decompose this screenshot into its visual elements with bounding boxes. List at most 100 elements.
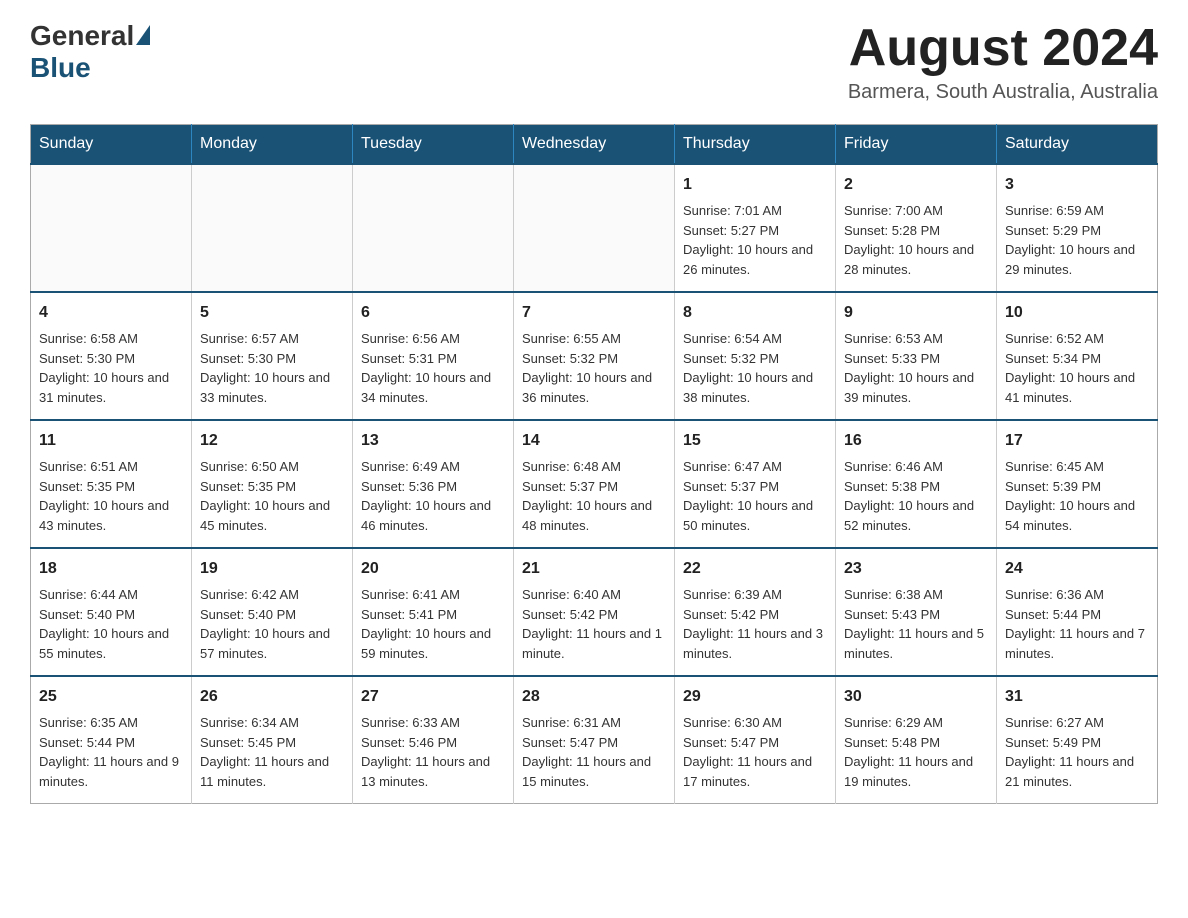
calendar-table: SundayMondayTuesdayWednesdayThursdayFrid… (30, 124, 1158, 804)
day-info: Sunrise: 6:57 AM Sunset: 5:30 PM Dayligh… (200, 329, 344, 407)
day-number: 24 (1005, 557, 1149, 581)
logo: General Blue (30, 20, 150, 84)
day-cell: 12Sunrise: 6:50 AM Sunset: 5:35 PM Dayli… (192, 420, 353, 548)
day-info: Sunrise: 7:01 AM Sunset: 5:27 PM Dayligh… (683, 201, 827, 279)
day-info: Sunrise: 6:36 AM Sunset: 5:44 PM Dayligh… (1005, 585, 1149, 663)
day-cell: 7 Sunrise: 6:55 AM Sunset: 5:32 PM Daylig… (514, 292, 675, 420)
logo-blue: Blue (30, 52, 91, 83)
week-row-2: 4Sunrise: 6:58 AM Sunset: 5:30 PM Daylig… (31, 292, 1158, 420)
day-info: Sunrise: 6:40 AM Sunset: 5:42 PM Dayligh… (522, 585, 666, 663)
day-info: Sunrise: 6:38 AM Sunset: 5:43 PM Dayligh… (844, 585, 988, 663)
day-number: 22 (683, 557, 827, 581)
day-number: 7 (522, 301, 666, 325)
day-cell: 9 Sunrise: 6:53 AM Sunset: 5:33 PM Daylig… (836, 292, 997, 420)
day-cell: 20 Sunrise: 6:41 AM Sunset: 5:41 PM Dayli… (353, 548, 514, 676)
day-info: Sunrise: 6:45 AM Sunset: 5:39 PM Dayligh… (1005, 457, 1149, 535)
day-number: 25 (39, 685, 183, 709)
day-cell: 1 Sunrise: 7:01 AM Sunset: 5:27 PM Daylig… (675, 164, 836, 292)
day-cell (353, 164, 514, 292)
day-number: 8 (683, 301, 827, 325)
col-header-friday: Friday (836, 125, 997, 165)
day-cell: 3 Sunrise: 6:59 AM Sunset: 5:29 PM Daylig… (997, 164, 1158, 292)
col-header-wednesday: Wednesday (514, 125, 675, 165)
logo-triangle-icon (136, 25, 150, 45)
day-cell (192, 164, 353, 292)
day-cell: 25 Sunrise: 6:35 AM Sunset: 5:44 PM Dayli… (31, 676, 192, 804)
day-number: 9 (844, 301, 988, 325)
day-cell: 30 Sunrise: 6:29 AM Sunset: 5:48 PM Dayli… (836, 676, 997, 804)
day-number: 16 (844, 429, 988, 453)
month-title: August 2024 (848, 20, 1158, 77)
day-number: 28 (522, 685, 666, 709)
day-number: 5 (200, 301, 344, 325)
day-info: Sunrise: 6:30 AM Sunset: 5:47 PM Dayligh… (683, 713, 827, 791)
day-info: Sunrise: 6:34 AM Sunset: 5:45 PM Dayligh… (200, 713, 344, 791)
day-info: Sunrise: 6:49 AM Sunset: 5:36 PM Dayligh… (361, 457, 505, 535)
day-info: Sunrise: 6:35 AM Sunset: 5:44 PM Dayligh… (39, 713, 183, 791)
day-cell: 18 Sunrise: 6:44 AM Sunset: 5:40 PM Dayli… (31, 548, 192, 676)
day-number: 1 (683, 173, 827, 197)
col-header-thursday: Thursday (675, 125, 836, 165)
day-cell: 13 Sunrise: 6:49 AM Sunset: 5:36 PM Dayli… (353, 420, 514, 548)
day-info: Sunrise: 6:41 AM Sunset: 5:41 PM Dayligh… (361, 585, 505, 663)
day-number: 20 (361, 557, 505, 581)
day-number: 6 (361, 301, 505, 325)
week-row-1: 1 Sunrise: 7:01 AM Sunset: 5:27 PM Daylig… (31, 164, 1158, 292)
day-cell: 22 Sunrise: 6:39 AM Sunset: 5:42 PM Dayli… (675, 548, 836, 676)
location: Barmera, South Australia, Australia (848, 81, 1158, 104)
day-info: Sunrise: 6:39 AM Sunset: 5:42 PM Dayligh… (683, 585, 827, 663)
day-info: Sunrise: 6:44 AM Sunset: 5:40 PM Dayligh… (39, 585, 183, 663)
week-row-5: 25 Sunrise: 6:35 AM Sunset: 5:44 PM Dayli… (31, 676, 1158, 804)
logo-general: General (30, 20, 134, 52)
day-cell: 6 Sunrise: 6:56 AM Sunset: 5:31 PM Daylig… (353, 292, 514, 420)
day-number: 27 (361, 685, 505, 709)
day-cell: 8Sunrise: 6:54 AM Sunset: 5:32 PM Daylig… (675, 292, 836, 420)
day-cell: 28 Sunrise: 6:31 AM Sunset: 5:47 PM Dayli… (514, 676, 675, 804)
day-info: Sunrise: 6:42 AM Sunset: 5:40 PM Dayligh… (200, 585, 344, 663)
day-number: 18 (39, 557, 183, 581)
day-cell: 16 Sunrise: 6:46 AM Sunset: 5:38 PM Dayli… (836, 420, 997, 548)
day-number: 15 (683, 429, 827, 453)
week-row-3: 11Sunrise: 6:51 AM Sunset: 5:35 PM Dayli… (31, 420, 1158, 548)
day-cell: 24 Sunrise: 6:36 AM Sunset: 5:44 PM Dayli… (997, 548, 1158, 676)
col-header-monday: Monday (192, 125, 353, 165)
day-cell: 21 Sunrise: 6:40 AM Sunset: 5:42 PM Dayli… (514, 548, 675, 676)
col-header-tuesday: Tuesday (353, 125, 514, 165)
day-info: Sunrise: 6:59 AM Sunset: 5:29 PM Dayligh… (1005, 201, 1149, 279)
title-block: August 2024 Barmera, South Australia, Au… (848, 20, 1158, 104)
day-number: 13 (361, 429, 505, 453)
day-number: 23 (844, 557, 988, 581)
day-info: Sunrise: 7:00 AM Sunset: 5:28 PM Dayligh… (844, 201, 988, 279)
day-info: Sunrise: 6:55 AM Sunset: 5:32 PM Dayligh… (522, 329, 666, 407)
day-cell (31, 164, 192, 292)
day-cell: 4Sunrise: 6:58 AM Sunset: 5:30 PM Daylig… (31, 292, 192, 420)
day-info: Sunrise: 6:46 AM Sunset: 5:38 PM Dayligh… (844, 457, 988, 535)
day-cell: 11Sunrise: 6:51 AM Sunset: 5:35 PM Dayli… (31, 420, 192, 548)
day-info: Sunrise: 6:31 AM Sunset: 5:47 PM Dayligh… (522, 713, 666, 791)
day-cell: 31 Sunrise: 6:27 AM Sunset: 5:49 PM Dayli… (997, 676, 1158, 804)
day-number: 19 (200, 557, 344, 581)
day-number: 26 (200, 685, 344, 709)
day-info: Sunrise: 6:47 AM Sunset: 5:37 PM Dayligh… (683, 457, 827, 535)
week-row-4: 18 Sunrise: 6:44 AM Sunset: 5:40 PM Dayli… (31, 548, 1158, 676)
day-number: 31 (1005, 685, 1149, 709)
day-number: 14 (522, 429, 666, 453)
day-cell: 17 Sunrise: 6:45 AM Sunset: 5:39 PM Dayli… (997, 420, 1158, 548)
day-cell: 29Sunrise: 6:30 AM Sunset: 5:47 PM Dayli… (675, 676, 836, 804)
day-info: Sunrise: 6:48 AM Sunset: 5:37 PM Dayligh… (522, 457, 666, 535)
day-number: 10 (1005, 301, 1149, 325)
col-header-sunday: Sunday (31, 125, 192, 165)
day-info: Sunrise: 6:29 AM Sunset: 5:48 PM Dayligh… (844, 713, 988, 791)
day-number: 30 (844, 685, 988, 709)
day-info: Sunrise: 6:51 AM Sunset: 5:35 PM Dayligh… (39, 457, 183, 535)
day-info: Sunrise: 6:50 AM Sunset: 5:35 PM Dayligh… (200, 457, 344, 535)
day-cell: 19 Sunrise: 6:42 AM Sunset: 5:40 PM Dayli… (192, 548, 353, 676)
day-number: 3 (1005, 173, 1149, 197)
day-info: Sunrise: 6:56 AM Sunset: 5:31 PM Dayligh… (361, 329, 505, 407)
day-info: Sunrise: 6:53 AM Sunset: 5:33 PM Dayligh… (844, 329, 988, 407)
day-cell: 27Sunrise: 6:33 AM Sunset: 5:46 PM Dayli… (353, 676, 514, 804)
day-info: Sunrise: 6:27 AM Sunset: 5:49 PM Dayligh… (1005, 713, 1149, 791)
day-number: 21 (522, 557, 666, 581)
day-cell: 5 Sunrise: 6:57 AM Sunset: 5:30 PM Daylig… (192, 292, 353, 420)
day-number: 17 (1005, 429, 1149, 453)
